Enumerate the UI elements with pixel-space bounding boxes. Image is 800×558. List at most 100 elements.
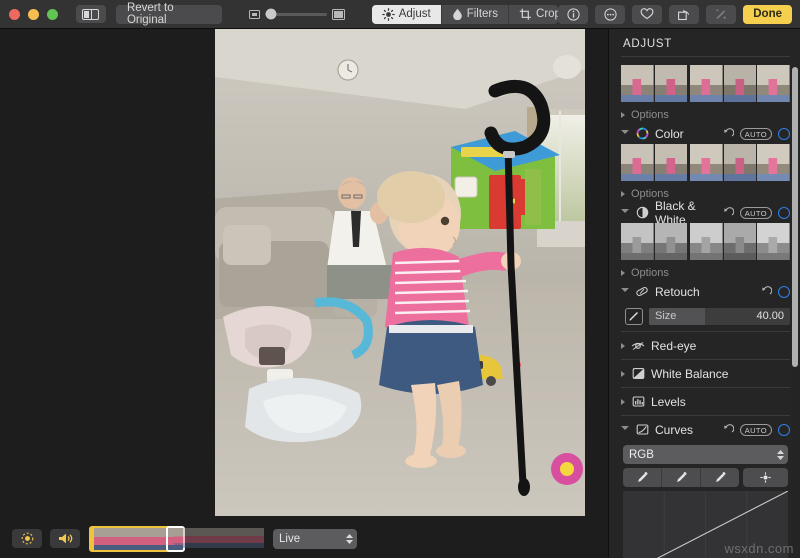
adjust-icon — [381, 7, 395, 21]
chevron-right-icon[interactable] — [621, 370, 625, 377]
panel-scrollbar-track[interactable] — [792, 67, 798, 545]
section-retouch[interactable]: Retouch — [621, 281, 790, 302]
retouch-size-value: 40.00 — [756, 309, 784, 322]
revert-icon[interactable] — [761, 286, 772, 297]
black-point-dropper-icon[interactable] — [623, 468, 663, 487]
variant-thumbnail[interactable] — [723, 65, 757, 102]
filters-icon — [452, 8, 463, 20]
variant-thumbnail[interactable] — [621, 144, 654, 181]
more-options-button[interactable] — [595, 4, 626, 24]
variant-thumbnail[interactable] — [757, 65, 790, 102]
filmstrip-trailing-frames[interactable] — [174, 527, 264, 550]
favorite-button[interactable] — [632, 4, 663, 24]
section-color-toggle[interactable] — [778, 127, 790, 140]
section-curves-toggle[interactable] — [778, 423, 790, 436]
speaker-icon[interactable] — [50, 529, 80, 548]
zoom-slider-track[interactable] — [264, 8, 327, 20]
row-divider — [621, 359, 790, 360]
panel-title: ADJUST — [623, 38, 672, 50]
section-red-eye-label: Red-eye — [651, 338, 697, 353]
auto-button[interactable]: AUTO — [739, 206, 772, 219]
section-retouch-label: Retouch — [655, 284, 700, 299]
panel-scrollbar-thumb[interactable] — [792, 67, 798, 367]
tab-crop[interactable]: Crop — [509, 5, 558, 24]
curves-channel-select[interactable]: RGB — [623, 445, 788, 464]
section-curves[interactable]: Curves AUTO — [621, 419, 790, 440]
enhance-button[interactable] — [706, 4, 737, 24]
variant-thumbnail[interactable] — [621, 65, 654, 102]
section-retouch-toggle[interactable] — [778, 285, 790, 298]
variant-thumbnail[interactable] — [654, 223, 688, 260]
tab-adjust-label: Adjust — [398, 8, 431, 20]
chevron-down-icon[interactable] — [621, 426, 629, 433]
minimize-button[interactable] — [28, 8, 39, 20]
retouch-size-slider[interactable]: Size 40.00 — [649, 307, 790, 325]
tab-adjust[interactable]: Adjust — [371, 4, 442, 24]
variant-thumbnail[interactable] — [621, 223, 654, 260]
chevron-right-icon[interactable] — [621, 398, 625, 405]
light-options-row[interactable]: Options — [621, 106, 790, 123]
add-point-icon[interactable] — [743, 468, 788, 487]
color-wheel-icon — [635, 127, 649, 140]
gray-point-dropper-icon[interactable] — [662, 468, 702, 487]
section-red-eye[interactable]: Red-eye — [621, 335, 790, 356]
variant-thumbnail[interactable] — [690, 223, 723, 260]
chevron-updown-icon — [776, 449, 785, 461]
curves-icon — [635, 423, 649, 436]
variant-thumbnail[interactable] — [723, 223, 757, 260]
zoom-button[interactable] — [47, 8, 58, 20]
zoom-slider-knob[interactable] — [265, 8, 277, 20]
brush-icon[interactable] — [625, 307, 643, 325]
retouch-size-row: Size 40.00 — [625, 307, 790, 325]
chevron-down-icon[interactable] — [621, 130, 629, 137]
color-variant-thumbnails[interactable] — [621, 144, 790, 181]
filmstrip-selection[interactable] — [89, 525, 185, 552]
variant-thumbnail[interactable] — [690, 65, 723, 102]
chevron-right-icon — [621, 111, 625, 118]
variant-thumbnail[interactable] — [654, 65, 688, 102]
auto-button[interactable]: AUTO — [739, 127, 772, 140]
section-levels[interactable]: Levels — [621, 391, 790, 412]
section-black-and-white[interactable]: Black & White AUTO — [621, 199, 790, 227]
sidebar-toggle-icon[interactable] — [76, 5, 106, 23]
light-variant-thumbnails[interactable] — [621, 65, 790, 102]
done-button[interactable]: Done — [743, 4, 792, 24]
zoom-slider[interactable] — [248, 8, 345, 20]
tab-filters[interactable]: Filters — [442, 4, 510, 24]
row-divider — [621, 387, 790, 388]
live-photo-filmstrip[interactable] — [89, 525, 264, 552]
auto-button[interactable]: AUTO — [739, 423, 772, 436]
bw-options-row[interactable]: Options — [621, 264, 790, 281]
bw-variant-thumbnails[interactable] — [621, 223, 790, 260]
photos-editor-window: Revert to Original Adjust Filters Crop D… — [0, 0, 800, 558]
live-mode-select[interactable]: Live — [273, 528, 357, 549]
revert-to-original-button[interactable]: Revert to Original — [115, 2, 222, 26]
variant-thumbnail[interactable] — [757, 144, 790, 181]
section-color[interactable]: Color AUTO — [621, 123, 790, 144]
white-point-dropper-icon[interactable] — [701, 468, 739, 487]
info-button[interactable] — [558, 4, 589, 24]
variant-thumbnail[interactable] — [654, 144, 688, 181]
revert-icon[interactable] — [723, 128, 734, 139]
variant-thumbnail[interactable] — [757, 223, 790, 260]
revert-icon[interactable] — [723, 424, 734, 435]
variant-thumbnail[interactable] — [723, 144, 757, 181]
variant-thumbnail[interactable] — [690, 144, 723, 181]
edited-photo[interactable] — [215, 29, 585, 516]
live-photo-icon[interactable] — [12, 529, 42, 548]
chevron-updown-icon — [345, 533, 354, 545]
chevron-right-icon — [621, 269, 625, 276]
curves-dropper-group — [623, 468, 740, 487]
rotate-button[interactable] — [669, 4, 700, 24]
chevron-right-icon[interactable] — [621, 342, 625, 349]
section-white-balance[interactable]: White Balance — [621, 363, 790, 384]
section-levels-label: Levels — [651, 394, 686, 409]
chevron-down-icon[interactable] — [621, 209, 629, 216]
section-bw-toggle[interactable] — [778, 206, 790, 219]
large-photo-icon — [331, 8, 345, 20]
section-color-label: Color — [655, 126, 684, 141]
retouch-size-label: Size — [655, 309, 677, 322]
revert-icon[interactable] — [723, 207, 734, 218]
close-button[interactable] — [9, 8, 20, 20]
chevron-down-icon[interactable] — [621, 288, 629, 295]
